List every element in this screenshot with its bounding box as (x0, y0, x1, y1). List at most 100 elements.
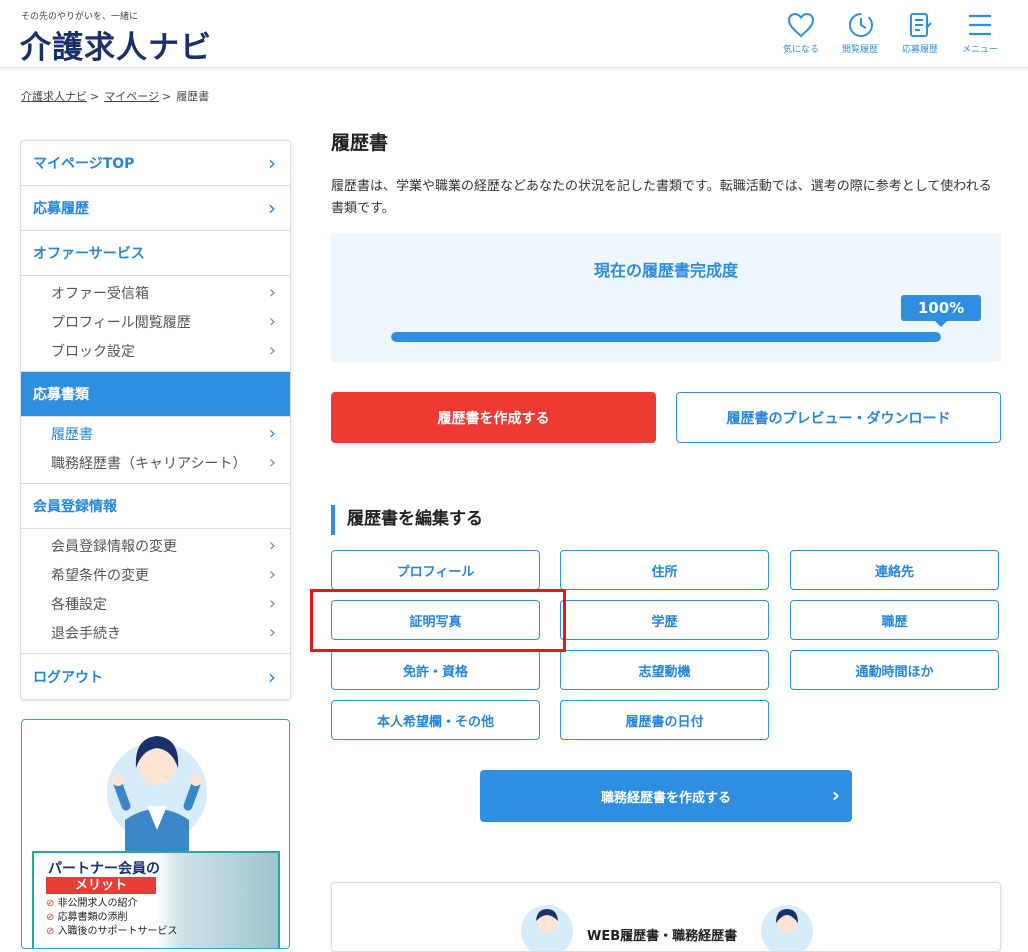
sidebar-documents-list: 履歴書 › 職務経歴書（キャリアシート） › (21, 417, 290, 484)
breadcrumb-mypage[interactable]: マイページ (104, 90, 159, 103)
create-career-sheet-button[interactable]: 職務経歴書を作成する › (480, 770, 852, 822)
chevron-right-icon: › (268, 564, 276, 585)
chevron-right-icon: › (268, 151, 276, 175)
edit-date-button[interactable]: 履歴書の日付 (560, 700, 769, 740)
chevron-right-icon: › (268, 452, 276, 473)
web-resume-card[interactable]: WEB履歴書・職務経歴書 (331, 882, 1001, 952)
heart-icon (787, 12, 815, 38)
sidebar-item-profile-views[interactable]: プロフィール閲覧履歴 › (21, 307, 290, 336)
breadcrumb-home[interactable]: 介護求人ナビ (21, 90, 87, 103)
sidebar-item-label: プロフィール閲覧履歴 (51, 314, 191, 331)
edit-section-heading: 履歴書を編集する (331, 505, 483, 535)
sidebar-item-withdraw[interactable]: 退会手続き › (21, 618, 290, 647)
sidebar-item-label: 各種設定 (51, 596, 107, 613)
edit-contact-button[interactable]: 連絡先 (790, 550, 999, 590)
sidebar-menu: マイページTOP › 応募履歴 › オファーサービス オファー受信箱 › プロフィ… (20, 140, 291, 700)
sidebar-section-documents: 応募書類 (21, 372, 290, 417)
completion-title: 現在の履歴書完成度 (593, 261, 738, 280)
edit-commute-button[interactable]: 通勤時間ほか (790, 650, 999, 690)
completion-panel: 現在の履歴書完成度 100% (331, 233, 1001, 362)
sidebar-item-label: 履歴書 (51, 426, 93, 443)
nav-menu[interactable]: メニュー (950, 10, 1010, 55)
application-document-icon (910, 13, 932, 37)
breadcrumb-separator: > (90, 90, 100, 103)
banner-points: 非公開求人の紹介 応募書類の添削 入職後のサポートサービス (46, 897, 178, 939)
sidebar-section-label: オファーサービス (33, 246, 145, 262)
edit-work-history-button[interactable]: 職歴 (790, 600, 999, 640)
nav-history-label: 閲覧履歴 (841, 45, 878, 55)
hamburger-menu-icon (969, 14, 991, 36)
nav-applications-label: 応募履歴 (901, 45, 938, 55)
nav-menu-label: メニュー (961, 45, 998, 55)
site-header: その先のやりがいを、一緒に 介護求人ナビ 気になる 閲覧履歴 応募履歴 メニュー (0, 0, 1028, 68)
chevron-right-icon: › (268, 535, 276, 556)
create-resume-button[interactable]: 履歴書を作成する (331, 392, 656, 443)
chevron-right-icon: › (268, 593, 276, 614)
sidebar-item-career-sheet[interactable]: 職務経歴書（キャリアシート） › (21, 448, 290, 477)
breadcrumb: 介護求人ナビ > マイページ > 履歴書 (21, 88, 209, 104)
nav-history[interactable]: 閲覧履歴 (830, 10, 890, 55)
chevron-right-icon: › (268, 282, 276, 303)
chevron-right-icon: › (831, 783, 840, 807)
logo-tagline: その先のやりがいを、一緒に (21, 12, 139, 22)
sidebar-item-label: 退会手続き (51, 625, 121, 642)
web-resume-card-title: WEB履歴書・職務経歴書 (587, 929, 738, 944)
banner-title: パートナー会員の (48, 861, 160, 877)
page-title: 履歴書 (331, 132, 389, 154)
page-description: 履歴書は、学業や職業の経歴などあなたの状況を記した書類です。転職活動では、選考の… (331, 179, 992, 216)
sidebar-item-label: ブロック設定 (51, 343, 135, 360)
preview-download-button[interactable]: 履歴書のプレビュー・ダウンロード (676, 392, 1001, 443)
nav-favorites-label: 気になる (782, 45, 819, 55)
completion-badge: 100% (901, 295, 981, 327)
sidebar-item-member-edit[interactable]: 会員登録情報の変更 › (21, 531, 290, 560)
history-clock-icon (849, 13, 873, 37)
breadcrumb-separator: > (162, 90, 172, 103)
sidebar-item-block-settings[interactable]: ブロック設定 › (21, 336, 290, 365)
sidebar-item-settings[interactable]: 各種設定 › (21, 589, 290, 618)
sidebar-section-offer: オファーサービス (21, 231, 290, 276)
sidebar-item-label: 希望条件の変更 (51, 567, 149, 584)
sidebar-item-label: 職務経歴書（キャリアシート） (51, 455, 247, 472)
completion-progress-fill (391, 332, 941, 342)
edit-licenses-button[interactable]: 免許・資格 (331, 650, 540, 690)
sidebar-item-logout[interactable]: ログアウト › (21, 654, 290, 699)
sidebar-item-applications[interactable]: 応募履歴 › (21, 186, 290, 231)
sidebar-item-preferences[interactable]: 希望条件の変更 › (21, 560, 290, 589)
banner-photo: パートナー会員の メリット 非公開求人の紹介 応募書類の添削 入職後のサポートサ… (32, 851, 280, 948)
photo-button-highlight (310, 589, 566, 652)
chevron-right-icon: › (268, 664, 276, 689)
chevron-right-icon: › (268, 622, 276, 643)
sidebar-item-label: オファー受信箱 (51, 285, 149, 302)
sidebar-item-offer-inbox[interactable]: オファー受信箱 › (21, 278, 290, 307)
chevron-right-icon: › (268, 311, 276, 332)
chevron-right-icon: › (268, 196, 276, 220)
edit-profile-button[interactable]: プロフィール (331, 550, 540, 590)
edit-requests-button[interactable]: 本人希望欄・その他 (331, 700, 540, 740)
create-career-sheet-label: 職務経歴書を作成する (600, 790, 731, 806)
sidebar-item-mypage-top[interactable]: マイページTOP › (21, 141, 290, 186)
edit-address-button[interactable]: 住所 (560, 550, 769, 590)
chevron-right-icon: › (268, 423, 276, 444)
sidebar-section-member: 会員登録情報 (21, 484, 290, 529)
edit-education-button[interactable]: 学歴 (560, 600, 769, 640)
sidebar-member-list: 会員登録情報の変更 › 希望条件の変更 › 各種設定 › 退会手続き › (21, 529, 290, 654)
partner-member-banner[interactable]: パートナー会員の メリット 非公開求人の紹介 応募書類の添削 入職後のサポートサ… (21, 719, 290, 949)
chevron-right-icon: › (268, 340, 276, 361)
banner-point: 応募書類の添削 (46, 911, 178, 925)
site-logo[interactable]: 介護求人ナビ (20, 22, 212, 67)
sidebar-item-label: ログアウト (33, 669, 103, 686)
sidebar-section-label: 会員登録情報 (33, 499, 117, 515)
nav-favorites[interactable]: 気になる (771, 10, 831, 55)
sidebar-item-resume[interactable]: 履歴書 › (21, 419, 290, 448)
sidebar-offer-list: オファー受信箱 › プロフィール閲覧履歴 › ブロック設定 › (21, 276, 290, 372)
sidebar-item-label: マイページTOP (33, 156, 135, 172)
sidebar-item-label: 会員登録情報の変更 (51, 538, 177, 555)
banner-point: 非公開求人の紹介 (46, 897, 178, 911)
nav-applications[interactable]: 応募履歴 (890, 10, 950, 55)
cheering-woman-illustration (107, 736, 207, 851)
completion-progress-bar (391, 332, 941, 342)
breadcrumb-current: 履歴書 (176, 90, 210, 103)
edit-motivation-button[interactable]: 志望動機 (560, 650, 769, 690)
sidebar-item-label: 応募履歴 (33, 201, 89, 217)
banner-merit-label: メリット (46, 877, 156, 894)
